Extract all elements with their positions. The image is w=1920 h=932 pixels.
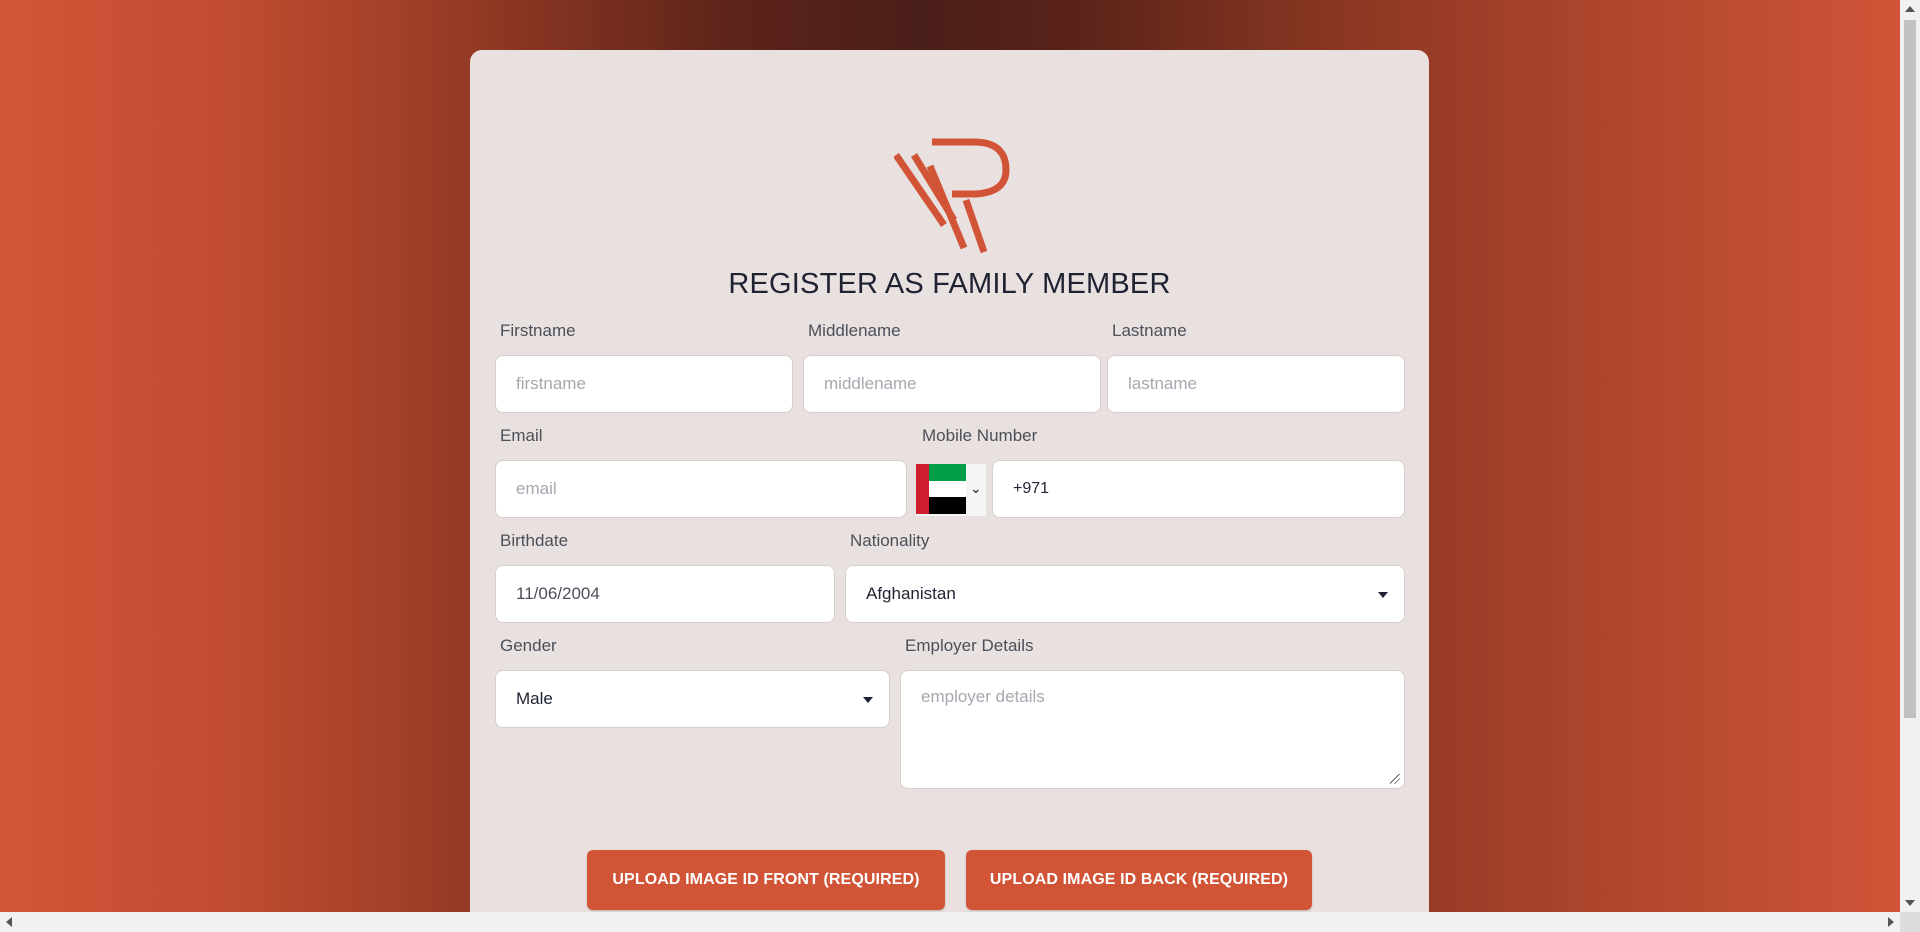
- nationality-label: Nationality: [850, 531, 930, 550]
- scrollbar-corner: [1900, 912, 1920, 932]
- country-code-select[interactable]: ⌄: [916, 464, 986, 516]
- lastname-input[interactable]: [1107, 355, 1405, 413]
- employer-details-placeholder: employer details: [921, 687, 1045, 706]
- upload-id-back-button[interactable]: UPLOAD IMAGE ID BACK (REQUIRED): [966, 850, 1312, 910]
- email-label: Email: [500, 426, 543, 445]
- scroll-left-icon[interactable]: [6, 917, 12, 927]
- chevron-down-icon: ⌄: [970, 480, 982, 496]
- birthdate-label: Birthdate: [500, 531, 569, 550]
- wr-logo-icon: [894, 138, 1010, 254]
- middlename-label: Middlename: [808, 321, 901, 340]
- gender-select[interactable]: Male: [495, 670, 890, 728]
- employer-details-textarea[interactable]: employer details: [900, 670, 1405, 789]
- page-viewport: REGISTER AS FAMILY MEMBER Firstname Midd…: [0, 0, 1900, 912]
- upload-id-front-button[interactable]: UPLOAD IMAGE ID FRONT (REQUIRED): [587, 850, 945, 910]
- employer-details-label: Employer Details: [905, 636, 1034, 655]
- mobile-number-value: +971: [1013, 480, 1050, 497]
- horizontal-scrollbar[interactable]: [0, 912, 1900, 932]
- firstname-label: Firstname: [500, 321, 576, 340]
- vertical-scrollbar[interactable]: [1900, 0, 1920, 912]
- registration-card: REGISTER AS FAMILY MEMBER Firstname Midd…: [470, 50, 1429, 912]
- uae-flag-icon: [916, 464, 966, 514]
- birthdate-value: 11/06/2004: [516, 584, 600, 603]
- vertical-scroll-thumb[interactable]: [1904, 20, 1916, 718]
- gender-value: Male: [516, 689, 553, 708]
- lastname-label: Lastname: [1112, 321, 1187, 340]
- page-title: REGISTER AS FAMILY MEMBER: [728, 268, 1171, 300]
- mobile-number-input[interactable]: +971: [992, 460, 1405, 518]
- mobile-number-label: Mobile Number: [922, 426, 1038, 445]
- resize-handle-icon[interactable]: [1390, 774, 1400, 784]
- email-input[interactable]: [495, 460, 907, 518]
- middlename-input[interactable]: [803, 355, 1101, 413]
- caret-down-icon: [1378, 592, 1388, 598]
- firstname-input[interactable]: [495, 355, 793, 413]
- gender-label: Gender: [500, 636, 557, 655]
- scroll-down-icon[interactable]: [1905, 900, 1915, 906]
- scroll-right-icon[interactable]: [1888, 917, 1894, 927]
- birthdate-input[interactable]: 11/06/2004: [495, 565, 835, 623]
- scroll-up-icon[interactable]: [1905, 6, 1915, 12]
- caret-down-icon: [863, 697, 873, 703]
- nationality-value: Afghanistan: [866, 584, 956, 603]
- nationality-select[interactable]: Afghanistan: [845, 565, 1405, 623]
